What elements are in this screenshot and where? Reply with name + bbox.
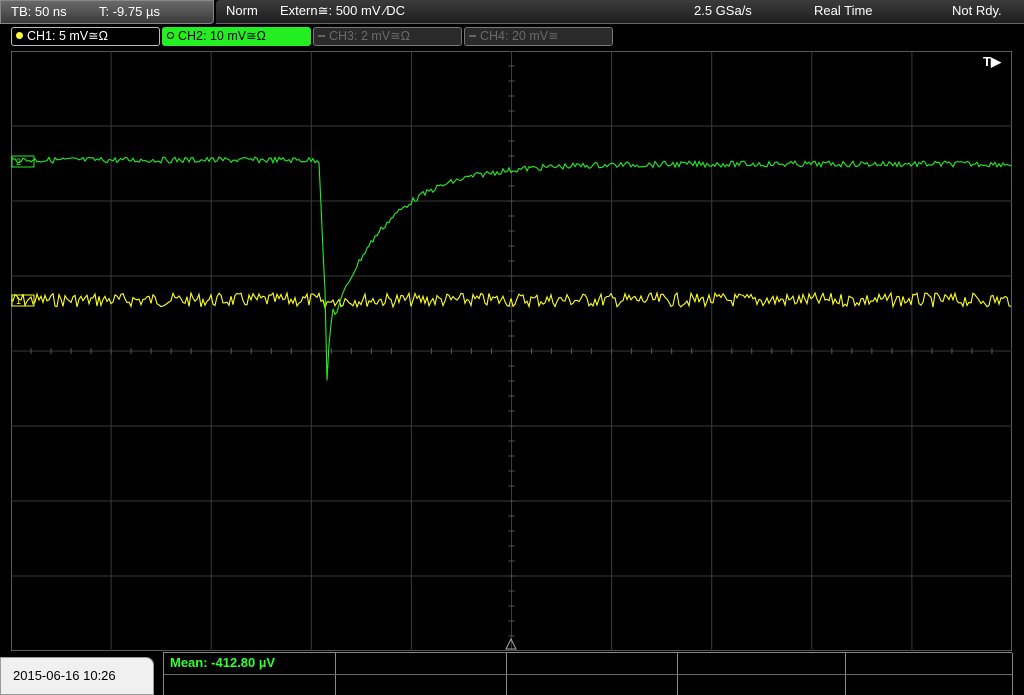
waveform-display[interactable]: 2 1 T▶: [11, 51, 1012, 651]
acquisition-status-bar: Norm Extern≅: 500 mV ⁄DC 2.5 GSa/s Real …: [216, 0, 1024, 24]
trigger-state-label: Not Rdy.: [952, 3, 1002, 18]
channel-2-marker-label: 2: [16, 157, 21, 167]
channel-2-indicator-icon: [167, 32, 174, 40]
top-status-bar: TB: 50 ns T: -9.75 µs Norm Extern≅: 500 …: [0, 0, 1024, 24]
channel-3-label: CH3: 2 mV≅Ω: [329, 29, 410, 43]
measurement-panel[interactable]: Mean: -412.80 µV: [163, 652, 1013, 695]
channel-3-indicator-icon: [318, 34, 325, 37]
trigger-source-label[interactable]: Extern≅: 500 mV ⁄DC: [280, 3, 405, 19]
timebase-box[interactable]: TB: 50 ns T: -9.75 µs: [0, 0, 214, 24]
sample-rate-label: 2.5 GSa/s: [694, 3, 752, 18]
datetime-label: 2015-06-16 10:26: [13, 668, 116, 683]
channel-1-marker-label: 1: [16, 296, 21, 306]
channel-4-indicator-icon: [469, 34, 476, 37]
channel-1-tab[interactable]: CH1: 5 mV≅Ω: [11, 27, 160, 46]
mean-measurement: Mean: -412.80 µV: [170, 655, 276, 670]
measurement-row-divider: [164, 674, 1013, 675]
channel-2-tab[interactable]: CH2: 10 mV≅Ω: [162, 27, 311, 46]
channel-4-label: CH4: 20 mV≅: [480, 29, 559, 43]
trigger-time-label: T: -9.75 µs: [99, 4, 160, 19]
datetime-box: 2015-06-16 10:26: [0, 657, 154, 695]
acquisition-mode-label[interactable]: Real Time: [814, 3, 873, 18]
channel-4-tab[interactable]: CH4: 20 mV≅: [464, 27, 613, 46]
channel-3-tab[interactable]: CH3: 2 mV≅Ω: [313, 27, 462, 46]
channel-1-indicator-icon: [16, 32, 23, 40]
trigger-mode-label[interactable]: Norm: [226, 3, 258, 18]
trigger-position-marker-icon[interactable]: T▶: [983, 54, 1002, 69]
channel-1-label: CH1: 5 mV≅Ω: [27, 29, 108, 43]
timebase-label: TB: 50 ns: [11, 4, 67, 19]
channel-2-label: CH2: 10 mV≅Ω: [178, 29, 266, 43]
